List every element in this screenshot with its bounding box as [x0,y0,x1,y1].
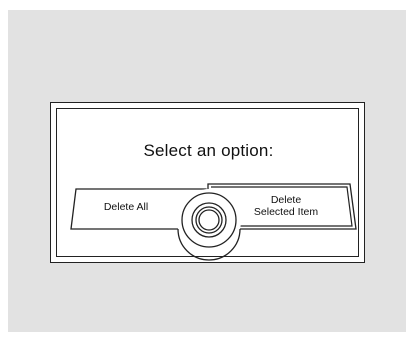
delete-selected-label-line1: Delete [270,194,302,206]
options-graphic [70,183,357,261]
delete-all-label: Delete All [103,201,149,213]
delete-selected-label-line2: Selected Item [253,206,319,218]
delete-selected-item-label: Delete Selected Item [226,194,346,218]
